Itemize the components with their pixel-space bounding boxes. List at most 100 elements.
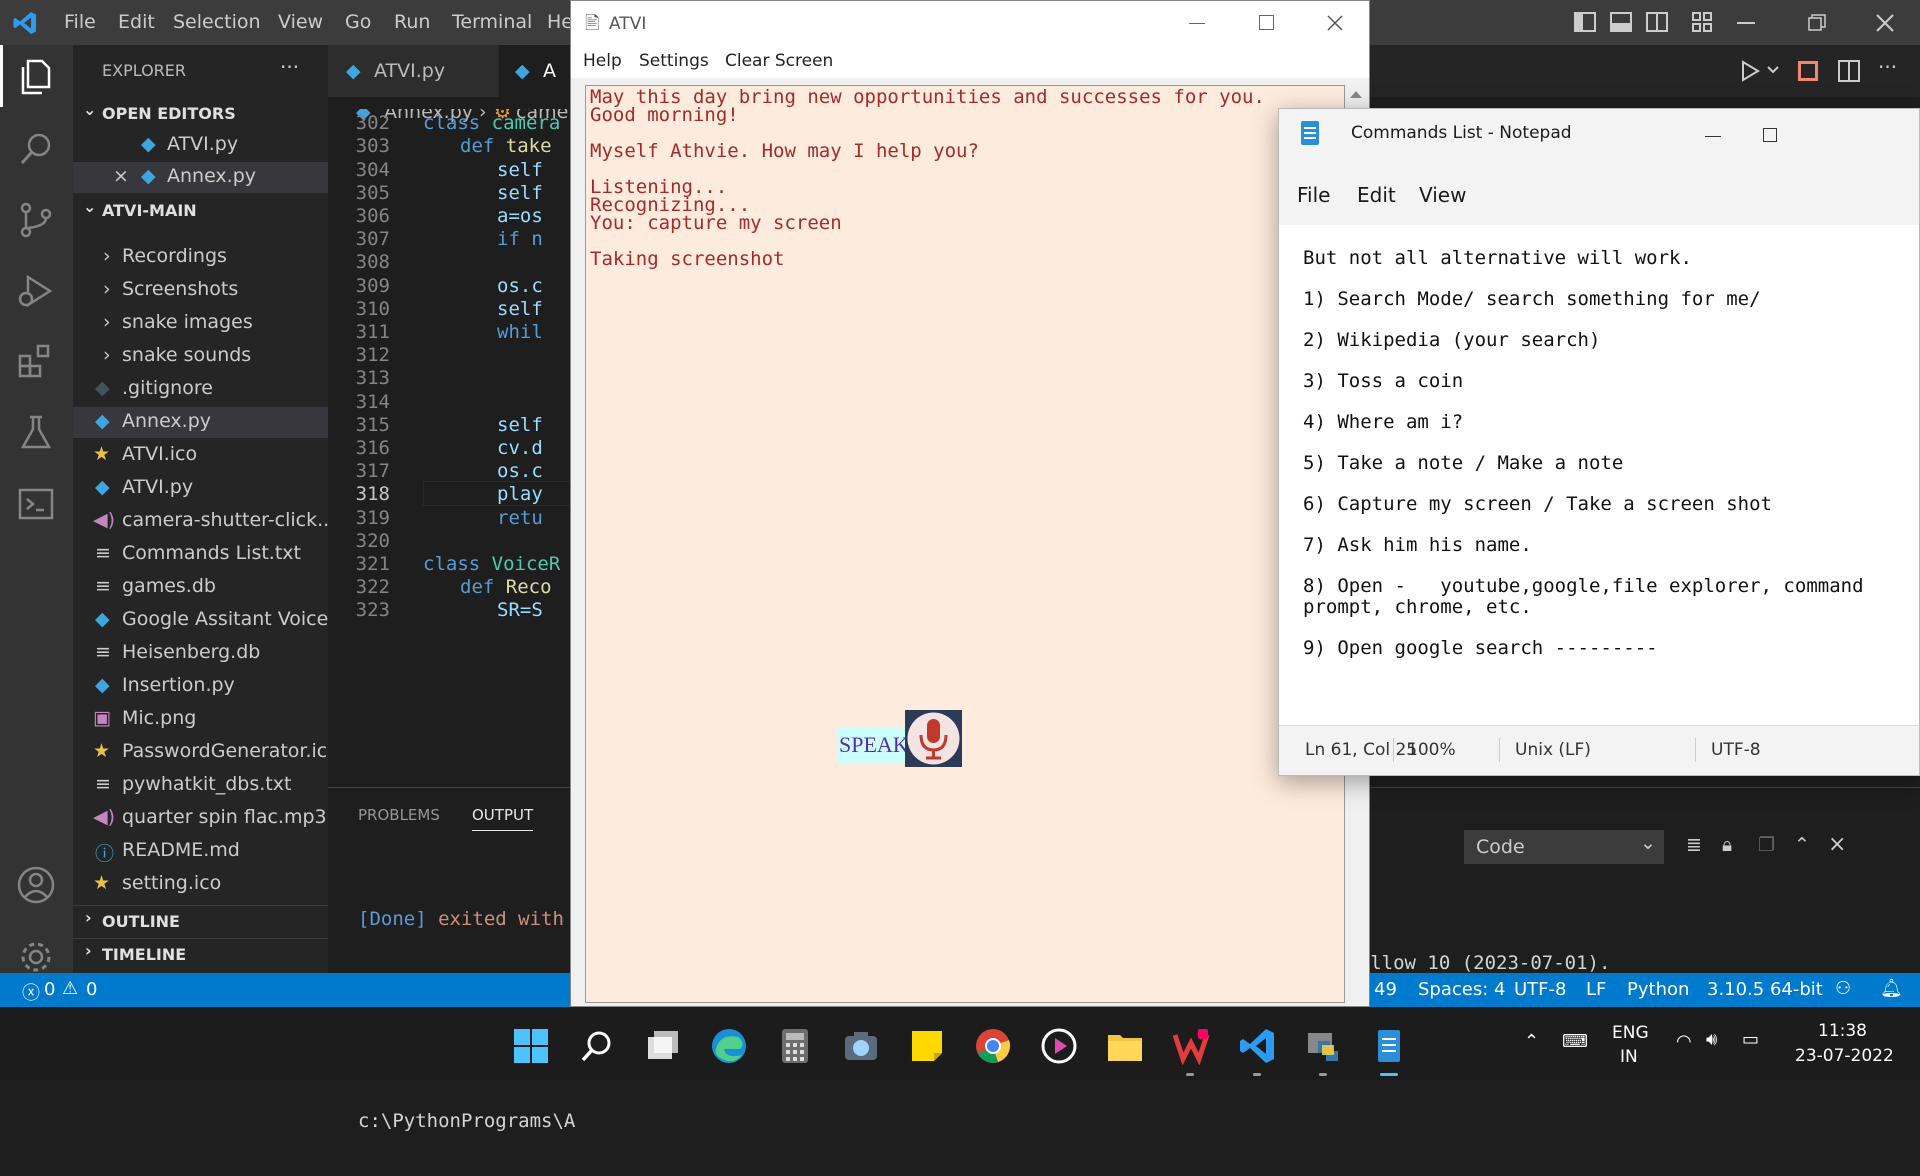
notepad-taskbar-icon[interactable] xyxy=(1370,1027,1408,1065)
file-item[interactable]: ◆ .gitignore xyxy=(73,374,328,405)
clock-date[interactable]: 23-07-2022 xyxy=(1795,1046,1894,1066)
source-control-icon[interactable] xyxy=(14,198,58,242)
close-icon[interactable] xyxy=(1326,14,1344,32)
calculator-icon[interactable] xyxy=(776,1027,814,1065)
toggle-panel-icon[interactable] xyxy=(1610,12,1632,32)
tab-atvi-py[interactable]: ◆ ATVI.py xyxy=(328,45,498,97)
menu-help[interactable]: Help xyxy=(583,51,622,71)
clear-output-icon[interactable]: ≣ xyxy=(1686,834,1702,856)
accounts-icon[interactable] xyxy=(14,863,58,907)
chevron-down-icon[interactable] xyxy=(1766,65,1780,75)
folder-screenshots[interactable]: › Screenshots xyxy=(73,275,328,306)
atvi-titlebar[interactable]: 🖹︎ ATVI xyxy=(571,1,1369,46)
tab-annex-py[interactable]: ◆ A xyxy=(499,45,579,97)
scroll-up-icon[interactable] xyxy=(1350,91,1362,98)
error-count[interactable]: 0 xyxy=(44,979,55,1000)
atvi-conversation-text[interactable]: May this day bring new opportunities and… xyxy=(585,85,1345,1003)
menu-file[interactable]: File xyxy=(64,11,96,33)
file-item[interactable]: ▣ Mic.png xyxy=(73,704,328,735)
end-of-line[interactable]: LF xyxy=(1586,979,1606,1000)
menu-run[interactable]: Run xyxy=(394,11,430,33)
folder-snake-sounds[interactable]: › snake sounds xyxy=(73,341,328,372)
volume-icon[interactable]: 🔊︎ xyxy=(1706,1029,1717,1050)
file-item[interactable]: ◀) camera-shutter-click.... xyxy=(73,506,328,537)
edge-icon[interactable] xyxy=(710,1027,748,1065)
menu-clear-screen[interactable]: Clear Screen xyxy=(725,51,833,71)
maximize-icon[interactable] xyxy=(1259,15,1274,30)
python-app-icon[interactable] xyxy=(1304,1027,1342,1065)
warning-count[interactable]: 0 xyxy=(86,979,97,1000)
bell-icon[interactable]: 🔔︎ xyxy=(1880,978,1903,999)
outline-header[interactable]: › OUTLINE xyxy=(73,905,328,937)
run-python-file-icon[interactable] xyxy=(1740,60,1760,82)
extensions-icon[interactable] xyxy=(14,340,58,384)
code-editor[interactable]: ◆ Annex.py › ⚙ camer 301302class camera3… xyxy=(328,97,576,787)
close-icon[interactable]: × xyxy=(113,165,129,187)
file-encoding[interactable]: UTF-8 xyxy=(1514,979,1566,1000)
menu-go[interactable]: Go xyxy=(345,11,371,33)
search-icon[interactable] xyxy=(578,1027,616,1065)
customize-layout-icon[interactable] xyxy=(1692,12,1712,32)
menu-edit[interactable]: Edit xyxy=(118,11,155,33)
cursor-col[interactable]: 49 xyxy=(1374,979,1397,1000)
file-item[interactable]: ≡ Commands List.txt xyxy=(73,539,328,570)
wps-office-icon[interactable] xyxy=(1172,1027,1210,1065)
file-item[interactable]: ≡ Heisenberg.db xyxy=(73,638,328,669)
media-player-icon[interactable] xyxy=(1040,1027,1078,1065)
output-channel-dropdown[interactable]: Code ⌄ xyxy=(1464,830,1664,864)
search-icon[interactable] xyxy=(14,127,58,171)
folder-recordings[interactable]: › Recordings xyxy=(73,242,328,273)
timeline-header[interactable]: › TIMELINE xyxy=(73,938,328,970)
speak-button[interactable] xyxy=(905,710,962,767)
chrome-icon[interactable] xyxy=(974,1027,1012,1065)
file-item[interactable]: ≡ pywhatkit_dbs.txt xyxy=(73,770,328,801)
task-view-icon[interactable] xyxy=(644,1027,682,1065)
camera-icon[interactable] xyxy=(842,1027,880,1065)
file-explorer-icon[interactable] xyxy=(1106,1027,1144,1065)
wifi-icon[interactable]: ◠ xyxy=(1676,1031,1692,1052)
maximize-panel-icon[interactable]: ⌃ xyxy=(1794,834,1810,856)
restore-icon[interactable] xyxy=(1808,14,1826,32)
vscode-icon[interactable] xyxy=(1238,1027,1276,1065)
split-editor-icon[interactable] xyxy=(1838,60,1860,82)
clock-time[interactable]: 11:38 xyxy=(1818,1021,1867,1041)
file-item[interactable]: ★ PasswordGenerator.ico xyxy=(73,737,328,768)
close-panel-icon[interactable]: × xyxy=(1828,832,1846,857)
testing-icon[interactable] xyxy=(14,411,58,455)
file-item[interactable]: ◆ Insertion.py xyxy=(73,671,328,702)
start-icon[interactable] xyxy=(512,1027,550,1065)
menu-edit[interactable]: Edit xyxy=(1357,183,1396,207)
notepad-text-area[interactable]: But not all alternative will work. 1) Sea… xyxy=(1279,225,1919,725)
toggle-primary-sidebar-icon[interactable] xyxy=(1574,12,1596,32)
maximize-icon[interactable] xyxy=(1763,128,1777,142)
open-editors-header[interactable]: ⌄ OPEN EDITORS xyxy=(73,98,328,129)
file-item-selected[interactable]: ◆ Annex.py xyxy=(73,407,328,438)
menu-selection[interactable]: Selection xyxy=(173,11,261,33)
file-item[interactable]: ★ ATVI.ico xyxy=(73,440,328,471)
file-item[interactable]: ◆ ATVI.py xyxy=(73,473,328,504)
explorer-more-icon[interactable]: ··· xyxy=(280,55,299,79)
indentation[interactable]: Spaces: 4 xyxy=(1418,979,1505,1000)
more-actions-icon[interactable]: ··· xyxy=(1878,55,1897,79)
chevron-up-icon[interactable]: ⌃ xyxy=(1524,1031,1539,1052)
run-debug-icon[interactable] xyxy=(14,269,58,313)
warning-icon[interactable]: ⚠ xyxy=(62,978,78,999)
file-item[interactable]: ◀) quarter spin flac.mp3 xyxy=(73,803,328,834)
lock-icon[interactable]: 🔒︎ xyxy=(1722,834,1732,856)
notepad-titlebar[interactable]: Commands List - Notepad xyxy=(1279,109,1919,161)
battery-icon[interactable]: ▭ xyxy=(1742,1029,1759,1050)
menu-settings[interactable]: Settings xyxy=(639,51,709,71)
minimize-icon[interactable] xyxy=(1705,136,1721,137)
menu-view[interactable]: View xyxy=(278,11,323,33)
minimize-icon[interactable] xyxy=(1189,23,1205,24)
explorer-icon[interactable] xyxy=(14,55,58,99)
region-indicator[interactable]: IN xyxy=(1620,1047,1638,1067)
open-editor-item-active[interactable]: × ◆ Annex.py xyxy=(73,162,328,193)
menu-file[interactable]: File xyxy=(1297,183,1330,207)
file-item[interactable]: ★ setting.ico xyxy=(73,869,328,900)
language-mode[interactable]: Python xyxy=(1627,979,1689,1000)
folder-header[interactable]: ⌄ ATVI-MAIN xyxy=(73,195,328,226)
sticky-notes-icon[interactable] xyxy=(908,1027,946,1065)
stop-icon[interactable] xyxy=(1798,61,1818,81)
close-icon[interactable] xyxy=(1875,13,1895,33)
